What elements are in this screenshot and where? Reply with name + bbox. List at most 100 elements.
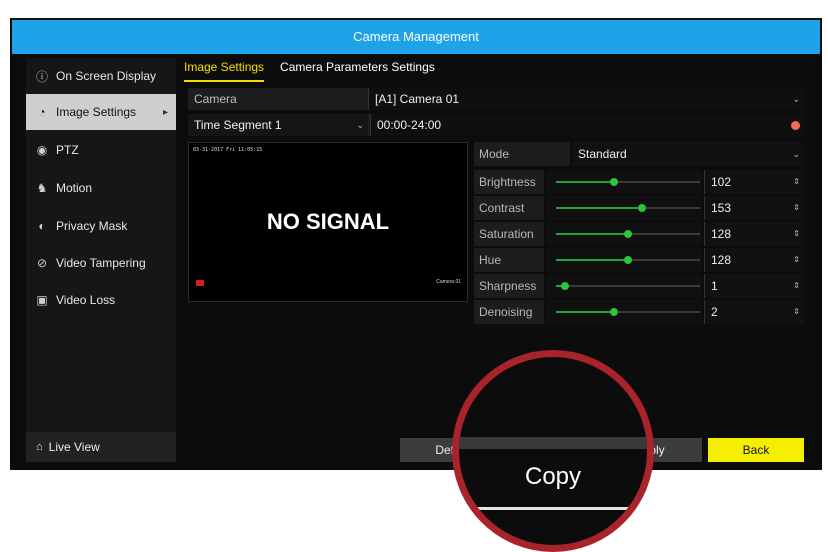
- zoom-divider: [459, 507, 647, 510]
- param-value-spinner[interactable]: 1 ⇕: [704, 274, 804, 298]
- sidebar-item-video-loss[interactable]: ▣ Video Loss: [26, 282, 176, 318]
- time-segment-row: Time Segment 1 ⌄ 00:00-24:00: [188, 114, 804, 136]
- image-settings-icon: ◔: [38, 105, 46, 119]
- param-value: 102: [711, 175, 732, 189]
- zoom-button-edge: [459, 437, 647, 449]
- sidebar-item-motion[interactable]: ♞ Motion: [26, 170, 176, 206]
- back-button[interactable]: Back: [708, 438, 804, 462]
- sidebar-item-ptz[interactable]: ◉ PTZ: [26, 132, 176, 168]
- slider-fill: [556, 181, 614, 183]
- slider-track: [556, 256, 700, 264]
- param-row-contrast: Contrast 153 ⇕: [474, 196, 804, 220]
- mode-row: Mode Standard ⌄: [474, 142, 804, 166]
- mode-value: Standard: [578, 147, 627, 161]
- record-indicator-icon: [196, 280, 204, 286]
- time-range-value: 00:00-24:00: [377, 118, 442, 132]
- tab-image-settings[interactable]: Image Settings: [184, 60, 265, 82]
- slider-fill: [556, 259, 628, 261]
- slider-handle[interactable]: [609, 308, 618, 316]
- slider-handle[interactable]: [624, 230, 632, 238]
- param-value: 1: [711, 279, 718, 293]
- param-slider[interactable]: [546, 248, 702, 272]
- motion-icon: ♞: [36, 181, 48, 195]
- param-row-denoising: Denoising 2 ⇕: [474, 300, 804, 324]
- chevron-down-icon: ⌄: [792, 93, 800, 104]
- param-value: 128: [711, 253, 732, 267]
- slider-fill: [556, 311, 614, 313]
- param-value-spinner[interactable]: 102 ⇕: [704, 170, 804, 194]
- slider-track: [556, 282, 700, 290]
- sidebar-item-label: Motion: [56, 181, 93, 195]
- param-label: Contrast: [474, 196, 544, 220]
- slider-handle[interactable]: [638, 204, 647, 212]
- spinner-arrows-icon[interactable]: ⇕: [793, 170, 800, 194]
- spinner-arrows-icon[interactable]: ⇕: [793, 274, 800, 298]
- sidebar: ⓘ On Screen Display ◔ Image Settings ▸ ◉…: [26, 58, 176, 462]
- clock-icon[interactable]: [791, 120, 800, 130]
- param-slider[interactable]: [546, 170, 702, 194]
- sidebar-item-image-settings[interactable]: ◔ Image Settings ▸: [26, 94, 176, 130]
- sidebar-item-on-screen-display[interactable]: ⓘ On Screen Display: [26, 58, 176, 94]
- param-slider[interactable]: [546, 300, 702, 324]
- tab-bar: Image Settings Camera Parameters Setting…: [184, 60, 435, 82]
- copy-button[interactable]: Copy: [459, 463, 647, 491]
- chevron-down-icon: ⌄: [356, 119, 364, 130]
- tab-camera-parameters-settings[interactable]: Camera Parameters Settings: [280, 60, 435, 82]
- window-title: Camera Management: [12, 20, 820, 54]
- slider-track: [556, 178, 700, 186]
- param-slider[interactable]: [546, 222, 702, 246]
- camera-management-window: Camera Management ⓘ On Screen Display ◔ …: [10, 18, 822, 470]
- sidebar-item-privacy-mask[interactable]: ◐ Privacy Mask: [26, 208, 176, 244]
- info-icon: ⓘ: [35, 69, 48, 84]
- param-value-spinner[interactable]: 128 ⇕: [704, 248, 804, 272]
- slider-handle[interactable]: [624, 256, 632, 264]
- preview-timestamp: 03-31-2017 Fri 11:05:15: [193, 147, 263, 153]
- ptz-icon: ◉: [36, 143, 48, 157]
- param-label: Sharpness: [474, 274, 544, 298]
- mode-label: Mode: [474, 142, 570, 166]
- param-row-saturation: Saturation 128 ⇕: [474, 222, 804, 246]
- mode-select[interactable]: Standard ⌄: [572, 142, 804, 166]
- param-label: Brightness: [474, 170, 544, 194]
- spinner-arrows-icon[interactable]: ⇕: [793, 300, 800, 324]
- tampering-icon: ⊘: [36, 256, 48, 270]
- video-loss-icon: ▣: [36, 293, 48, 307]
- privacy-mask-icon: ◐: [38, 219, 46, 233]
- sidebar-item-label: Video Tampering: [56, 256, 146, 270]
- time-range-field[interactable]: 00:00-24:00: [370, 114, 804, 136]
- slider-track: [556, 230, 700, 238]
- param-value-spinner[interactable]: 2 ⇕: [704, 300, 804, 324]
- param-row-hue: Hue 128 ⇕: [474, 248, 804, 272]
- slider-track: [556, 308, 700, 316]
- camera-select[interactable]: [A1] Camera 01 ⌄: [368, 88, 804, 110]
- time-segment-select[interactable]: Time Segment 1 ⌄: [188, 114, 368, 136]
- slider-handle[interactable]: [560, 282, 569, 290]
- param-value: 2: [711, 305, 718, 319]
- param-value: 128: [711, 227, 732, 241]
- live-view-button[interactable]: ⌂ Live View: [26, 432, 176, 462]
- home-icon: ⌂: [36, 441, 43, 453]
- camera-row: Camera [A1] Camera 01 ⌄: [188, 88, 804, 110]
- time-segment-value: Time Segment 1: [194, 118, 282, 132]
- param-label: Saturation: [474, 222, 544, 246]
- sidebar-item-label: PTZ: [56, 143, 79, 157]
- param-label: Hue: [474, 248, 544, 272]
- slider-fill: [556, 233, 628, 235]
- param-slider[interactable]: [546, 274, 702, 298]
- param-value-spinner[interactable]: 128 ⇕: [704, 222, 804, 246]
- spinner-arrows-icon[interactable]: ⇕: [793, 248, 800, 272]
- sidebar-item-label: Video Loss: [56, 293, 116, 307]
- camera-label: Camera: [194, 92, 237, 106]
- camera-select-value: [A1] Camera 01: [375, 92, 460, 106]
- chevron-down-icon: ⌄: [792, 149, 800, 159]
- param-row-brightness: Brightness 102 ⇕: [474, 170, 804, 194]
- sidebar-item-video-tampering[interactable]: ⊘ Video Tampering: [26, 245, 176, 281]
- sidebar-item-label: Image Settings: [56, 105, 137, 119]
- spinner-arrows-icon[interactable]: ⇕: [793, 222, 800, 246]
- no-signal-text: NO SIGNAL: [266, 209, 390, 234]
- slider-handle[interactable]: [609, 178, 618, 186]
- param-value-spinner[interactable]: 153 ⇕: [704, 196, 804, 220]
- param-slider[interactable]: [546, 196, 702, 220]
- spinner-arrows-icon[interactable]: ⇕: [793, 196, 800, 220]
- sidebar-item-label: Privacy Mask: [56, 219, 128, 233]
